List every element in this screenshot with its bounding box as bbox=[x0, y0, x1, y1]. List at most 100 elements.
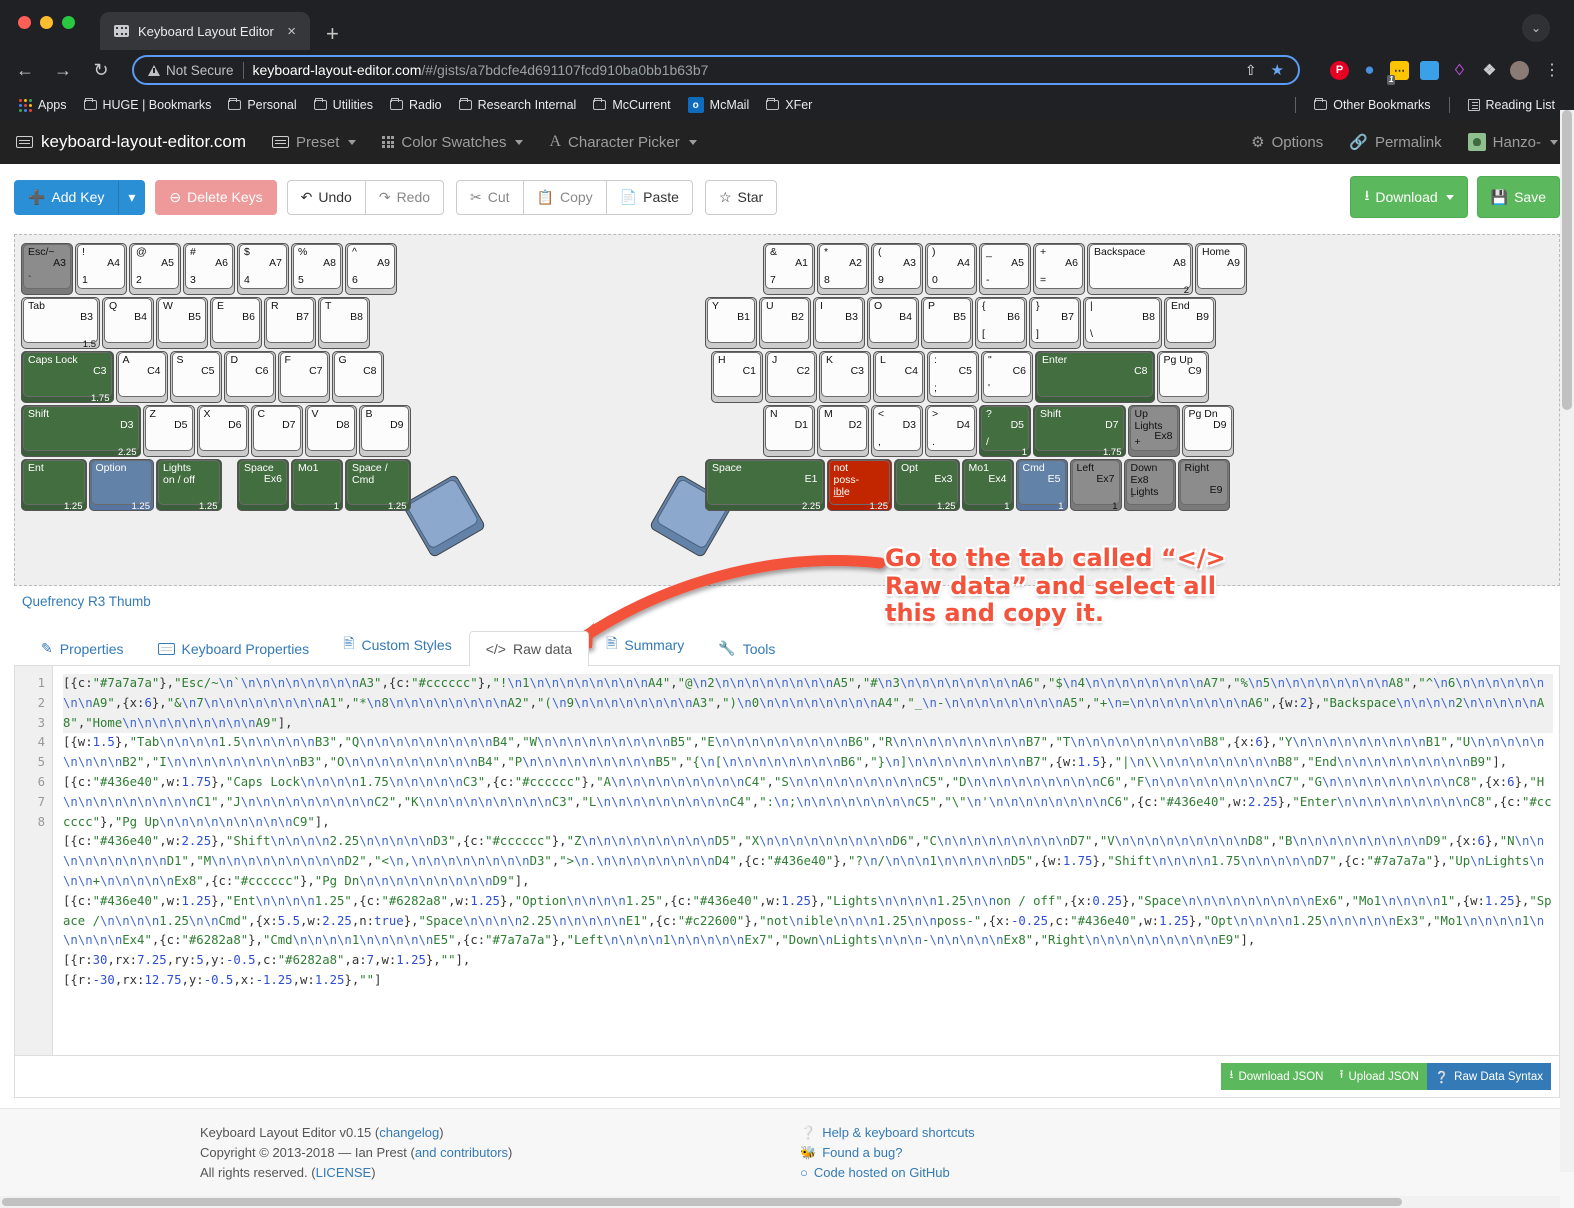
star-button[interactable]: ☆Star bbox=[705, 180, 777, 215]
keycap[interactable]: :C5; bbox=[927, 351, 979, 403]
security-indicator[interactable]: Not Secure bbox=[148, 63, 234, 78]
forward-icon[interactable]: → bbox=[52, 60, 74, 81]
keycap[interactable]: Mo11 bbox=[291, 459, 343, 511]
keycap[interactable]: #A63 bbox=[183, 243, 235, 295]
bookmark-huge[interactable]: HUGE | Bookmarks bbox=[77, 95, 219, 115]
github-link[interactable]: Code hosted on GitHub bbox=[814, 1163, 950, 1183]
new-tab-button[interactable]: + bbox=[326, 23, 339, 45]
paste-button[interactable]: 📄Paste bbox=[606, 180, 693, 215]
code-line[interactable]: [{c:"#436e40",w:1.75},"Caps Lock\n\n\n\n… bbox=[63, 773, 1553, 832]
nav-permalink[interactable]: 🔗 Permalink bbox=[1349, 133, 1441, 151]
browser-menu-icon[interactable]: ⋮ bbox=[1540, 60, 1560, 80]
tab-properties[interactable]: ✎Properties bbox=[24, 630, 141, 666]
location-pin-extension-icon[interactable]: ● bbox=[1360, 61, 1379, 80]
keycap[interactable]: Esc/~A3` bbox=[21, 243, 73, 295]
delete-keys-button[interactable]: ⊖ Delete Keys bbox=[155, 180, 276, 215]
chevron-down-icon[interactable]: ⌄ bbox=[1522, 14, 1550, 42]
code-line[interactable]: [{r:-30,rx:12.75,y:-0.5,x:-1.25,w:1.25},… bbox=[63, 971, 1553, 991]
keycap[interactable]: MD2 bbox=[817, 405, 869, 457]
code-line[interactable]: [{c:"#7a7a7a"},"Esc/~\n`\n\n\n\n\n\n\n\n… bbox=[63, 674, 1553, 733]
keycap[interactable]: GC8 bbox=[332, 351, 384, 403]
keycap[interactable]: RightE9 bbox=[1178, 459, 1230, 511]
page-scrollbar[interactable] bbox=[1560, 110, 1574, 1172]
page-scrollbar-thumb[interactable] bbox=[1562, 110, 1572, 410]
changelog-link[interactable]: changelog bbox=[379, 1125, 439, 1140]
keycap[interactable]: DC6 bbox=[224, 351, 276, 403]
code-line[interactable]: [{w:1.5},"Tab\n\n\n\n1.5\n\n\n\n\nB3","Q… bbox=[63, 733, 1553, 773]
raw-data-syntax-button[interactable]: ❔Raw Data Syntax bbox=[1427, 1063, 1551, 1090]
share-icon[interactable]: ⇧ bbox=[1245, 62, 1257, 79]
tab-keyboard-properties[interactable]: Keyboard Properties bbox=[141, 631, 327, 666]
rotated-thumb-key-left[interactable] bbox=[402, 474, 487, 559]
bookmark-xfer[interactable]: XFer bbox=[759, 95, 819, 115]
keycap[interactable]: EnterC8 bbox=[1035, 351, 1155, 403]
close-tab-icon[interactable]: × bbox=[283, 23, 300, 40]
raw-data-editor[interactable]: 12345678 [{c:"#7a7a7a"},"Esc/~\n`\n\n\n\… bbox=[14, 666, 1560, 1056]
code-line[interactable]: [{c:"#436e40",w:2.25},"Shift\n\n\n\n2.25… bbox=[63, 832, 1553, 891]
browser-tab[interactable]: Keyboard Layout Editor × bbox=[100, 12, 310, 50]
keycap[interactable]: PB5 bbox=[921, 297, 973, 349]
keycap[interactable]: SpaceEx6 bbox=[237, 459, 289, 511]
bookmark-radio[interactable]: Radio bbox=[383, 95, 449, 115]
purple-extension-icon[interactable]: ♢ bbox=[1450, 61, 1469, 80]
add-key-dropdown-button[interactable]: ▾ bbox=[118, 180, 145, 215]
keycap[interactable]: EB6 bbox=[210, 297, 262, 349]
keycap[interactable]: {B6[ bbox=[975, 297, 1027, 349]
blue-extension-icon[interactable] bbox=[1420, 61, 1439, 80]
keycap[interactable]: BD9 bbox=[359, 405, 411, 457]
maximize-window-button[interactable] bbox=[62, 16, 75, 29]
keycap[interactable]: <D3, bbox=[871, 405, 923, 457]
keycap[interactable]: UpLightsEx8+ bbox=[1128, 405, 1180, 457]
back-icon[interactable]: ← bbox=[14, 60, 36, 81]
undo-button[interactable]: ↶Undo bbox=[287, 180, 366, 215]
extensions-puzzle-icon[interactable]: ❖ bbox=[1480, 61, 1499, 80]
keycap[interactable]: Pg UpC9 bbox=[1157, 351, 1209, 403]
tab-tools[interactable]: 🔧Tools bbox=[701, 630, 792, 666]
keycap[interactable]: +A6= bbox=[1033, 243, 1085, 295]
keycap[interactable]: Ent1.25 bbox=[21, 459, 87, 511]
close-window-button[interactable] bbox=[18, 16, 31, 29]
keycap[interactable]: TabB31.5 bbox=[21, 297, 100, 349]
app-brand[interactable]: keyboard-layout-editor.com bbox=[16, 132, 246, 152]
keycap[interactable]: !A41 bbox=[75, 243, 127, 295]
upload-json-button[interactable]: ⭱Upload JSON bbox=[1331, 1063, 1426, 1090]
keycap[interactable]: AC4 bbox=[116, 351, 168, 403]
keycap[interactable]: )A40 bbox=[925, 243, 977, 295]
keycap[interactable]: Pg DnD9 bbox=[1182, 405, 1234, 457]
keycap[interactable]: LC4 bbox=[873, 351, 925, 403]
bug-link[interactable]: Found a bug? bbox=[822, 1143, 902, 1163]
window-controls[interactable] bbox=[18, 16, 75, 29]
pinterest-extension-icon[interactable]: P bbox=[1330, 61, 1349, 80]
keycap[interactable]: HC1 bbox=[711, 351, 763, 403]
keycap[interactable]: JC2 bbox=[765, 351, 817, 403]
keycap[interactable]: *A28 bbox=[817, 243, 869, 295]
bookmark-research-internal[interactable]: Research Internal bbox=[452, 95, 584, 115]
keycap[interactable]: SpaceE12.25 bbox=[705, 459, 825, 511]
bookmark-mcmail[interactable]: oMcMail bbox=[681, 94, 757, 116]
bookmark-mccurrent[interactable]: McCurrent bbox=[586, 95, 677, 115]
keycap[interactable]: notposs-ible—1.25 bbox=[827, 459, 893, 511]
cut-button[interactable]: ✂Cut bbox=[456, 180, 524, 215]
download-json-button[interactable]: ⭳Download JSON bbox=[1221, 1063, 1331, 1090]
keycap[interactable]: OB4 bbox=[867, 297, 919, 349]
keycap[interactable]: ND1 bbox=[763, 405, 815, 457]
keycap[interactable]: ShiftD32.25 bbox=[21, 405, 141, 457]
keycap[interactable]: CmdE51 bbox=[1016, 459, 1068, 511]
keycap[interactable]: Caps LockC31.75 bbox=[21, 351, 114, 403]
code-line[interactable]: [{c:"#436e40",w:1.25},"Ent\n\n\n\n1.25",… bbox=[63, 892, 1553, 951]
keycap[interactable]: HomeA9 bbox=[1195, 243, 1247, 295]
keycap[interactable]: }B7] bbox=[1029, 297, 1081, 349]
keycap[interactable]: |B8\ bbox=[1083, 297, 1162, 349]
keycap[interactable]: %A85 bbox=[291, 243, 343, 295]
copy-button[interactable]: 📋Copy bbox=[523, 180, 607, 215]
keycap[interactable]: YB1 bbox=[705, 297, 757, 349]
code-line[interactable] bbox=[63, 991, 1553, 1011]
keycap[interactable]: RB7 bbox=[264, 297, 316, 349]
minimize-window-button[interactable] bbox=[40, 16, 53, 29]
bookmark-personal[interactable]: Personal bbox=[221, 95, 303, 115]
keycap[interactable]: ShiftD71.75 bbox=[1033, 405, 1126, 457]
keycap[interactable]: $A74 bbox=[237, 243, 289, 295]
keycap[interactable]: CD7 bbox=[251, 405, 303, 457]
download-button[interactable]: ⭳ Download bbox=[1350, 176, 1467, 218]
nav-user-menu[interactable]: Hanzo- bbox=[1468, 133, 1558, 151]
